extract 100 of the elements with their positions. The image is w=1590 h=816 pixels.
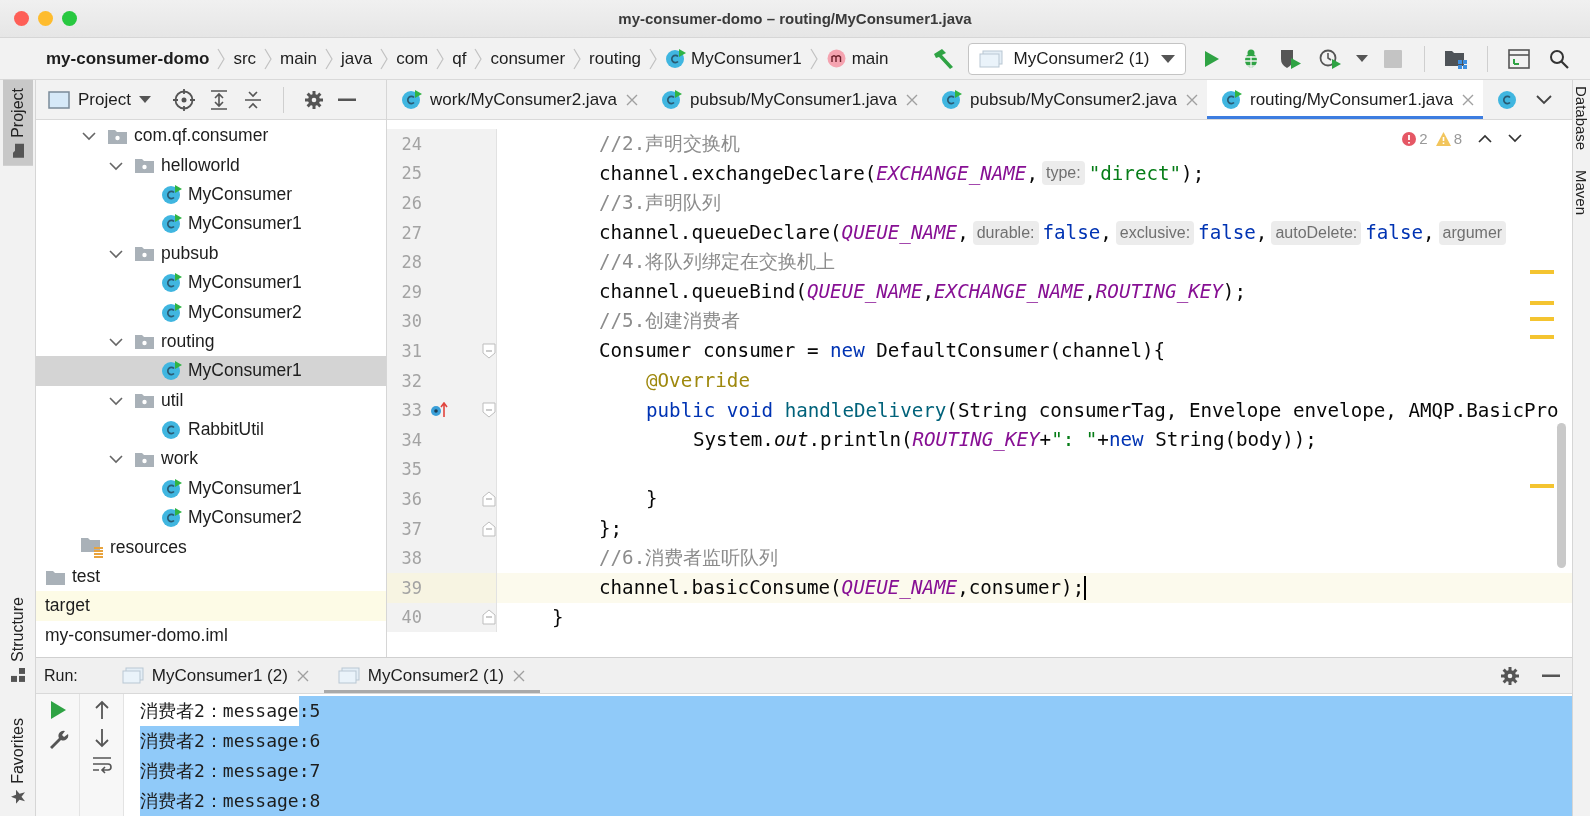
next-highlight-icon[interactable] [1508, 134, 1522, 143]
breadcrumb-separator-icon [649, 47, 658, 70]
tab-list-chevron-icon[interactable] [1536, 94, 1553, 105]
hide-panel-icon[interactable] [337, 97, 356, 102]
expand-chevron-icon[interactable] [109, 337, 123, 347]
project-view-dropdown[interactable]: Project [48, 89, 151, 110]
tool-window-tab[interactable]: Maven [1574, 170, 1590, 216]
collapse-all-icon[interactable] [242, 89, 263, 110]
code-line: } [646, 487, 658, 511]
tree-item[interactable]: helloworld [161, 154, 240, 176]
previous-highlight-icon[interactable] [1478, 134, 1492, 143]
tree-item[interactable]: MyConsumer [188, 183, 293, 205]
expand-chevron-icon[interactable] [109, 455, 123, 465]
breadcrumb-separator-icon [380, 47, 389, 70]
close-button[interactable] [14, 11, 29, 26]
scrollbar-thumb[interactable] [1557, 423, 1566, 568]
expand-all-icon[interactable] [208, 89, 229, 110]
tree-item[interactable]: MyConsumer2 [188, 507, 302, 529]
tool-window-tab[interactable]: Favorites [3, 710, 33, 812]
hide-panel-icon[interactable] [1542, 673, 1560, 678]
breadcrumb[interactable]: MyConsumer1 [665, 48, 802, 69]
tool-window-tab[interactable]: Database [1574, 86, 1590, 151]
breadcrumb[interactable]: my-consumer-domo [46, 48, 210, 69]
breadcrumb[interactable]: java [340, 48, 373, 69]
hammer-icon [931, 47, 956, 70]
dropdown-caret-icon[interactable] [1356, 55, 1369, 62]
code-line: channel.exchangeDeclare(EXCHANGE_NAME, type: "direct"); [599, 161, 1205, 186]
line-number: 39 [400, 577, 422, 598]
tree-item[interactable]: routing [161, 330, 215, 352]
tree-item[interactable]: MyConsumer2 [188, 301, 302, 323]
tree-item[interactable]: MyConsumer1 [188, 272, 302, 294]
fold-marker-icon[interactable] [482, 490, 496, 507]
run-tab[interactable]: MyConsumer2 (1) [323, 658, 540, 693]
code-line: channel.queueDeclare(QUEUE_NAME, durable: false, exclusive: false, autoDelete: false, argumer [599, 220, 1511, 245]
line-number: 33 [400, 400, 422, 421]
fold-marker-icon[interactable] [482, 402, 496, 419]
breadcrumb-separator-icon [573, 47, 582, 70]
line-number: 32 [400, 370, 422, 391]
breadcrumb[interactable]: com [396, 48, 429, 69]
package-folder-icon [134, 391, 155, 410]
tree-item[interactable]: resources [110, 536, 187, 558]
editor-tab[interactable]: work/MyConsumer2.java [387, 80, 648, 119]
expand-chevron-icon[interactable] [109, 249, 123, 259]
override-marker-icon[interactable] [430, 402, 448, 419]
tree-item[interactable]: target [45, 595, 90, 617]
fold-marker-icon[interactable] [482, 342, 496, 359]
runnable-class-icon [1220, 89, 1242, 110]
tree-item[interactable]: com.qf.consumer [134, 125, 269, 147]
tree-item[interactable]: MyConsumer1 [188, 213, 302, 235]
runnable-class-icon [161, 477, 182, 499]
settings-icon[interactable] [1500, 665, 1520, 686]
tool-window-tab[interactable]: Project [3, 80, 33, 166]
tree-item[interactable]: util [161, 389, 184, 411]
tree-item[interactable]: work [161, 448, 198, 470]
tree-item[interactable]: test [72, 566, 101, 588]
tree-item[interactable]: pubsub [161, 242, 219, 264]
run-tab[interactable]: MyConsumer1 (2) [107, 658, 324, 693]
breadcrumb-separator-icon [264, 47, 273, 70]
soft-wrap-icon[interactable] [91, 756, 112, 774]
expand-chevron-icon[interactable] [82, 132, 96, 142]
runnable-class-icon [161, 272, 182, 294]
folder-icon [11, 142, 25, 159]
warning-stripe [1530, 270, 1554, 274]
line-number: 31 [400, 340, 422, 361]
package-folder-icon [134, 156, 155, 175]
close-tab-button[interactable] [1461, 92, 1476, 107]
expand-chevron-icon[interactable] [109, 161, 123, 171]
file-name[interactable]: my-consumer-domo.iml [45, 624, 228, 646]
expand-chevron-icon[interactable] [109, 396, 123, 406]
rerun-button[interactable] [48, 700, 67, 720]
tree-item[interactable]: RabbitUtil [188, 419, 264, 441]
scroll-up-icon[interactable] [93, 700, 110, 720]
line-number: 30 [400, 311, 422, 332]
editor-tab[interactable]: routing/MyConsumer1.java [1206, 80, 1484, 119]
fold-marker-icon[interactable] [482, 520, 496, 537]
breadcrumb[interactable]: main [280, 48, 317, 69]
package-folder-icon [134, 332, 155, 351]
breadcrumb[interactable]: consumer [490, 48, 566, 69]
line-number: 24 [400, 133, 422, 154]
editor-tab[interactable]: pubsub/MyConsumer2.java [927, 80, 1207, 119]
scroll-down-icon[interactable] [93, 728, 110, 748]
breadcrumb[interactable]: src [233, 48, 257, 69]
locate-icon[interactable] [172, 88, 195, 111]
breadcrumb-separator-icon [324, 47, 333, 70]
editor-tab[interactable]: pubsub/MyConsumer1.java [647, 80, 927, 119]
tree-item[interactable]: MyConsumer1 [188, 477, 302, 499]
breadcrumb[interactable]: qf [452, 48, 467, 69]
fold-marker-icon[interactable] [482, 609, 496, 626]
breadcrumb-separator-icon [809, 47, 818, 70]
settings-icon[interactable] [303, 89, 324, 110]
runnable-class-icon [161, 360, 182, 382]
breadcrumb[interactable]: main [825, 48, 889, 69]
tool-window-tab[interactable]: Structure [3, 589, 33, 691]
shield-play-icon [1279, 47, 1304, 70]
breadcrumb[interactable]: routing [589, 48, 642, 69]
line-number: 36 [400, 488, 422, 509]
code-comment: //4.将队列绑定在交换机上 [599, 249, 836, 276]
run-configuration-dropdown[interactable]: MyConsumer2 (1) [968, 42, 1187, 75]
search-icon [1549, 48, 1570, 69]
line-number: 38 [400, 548, 422, 569]
